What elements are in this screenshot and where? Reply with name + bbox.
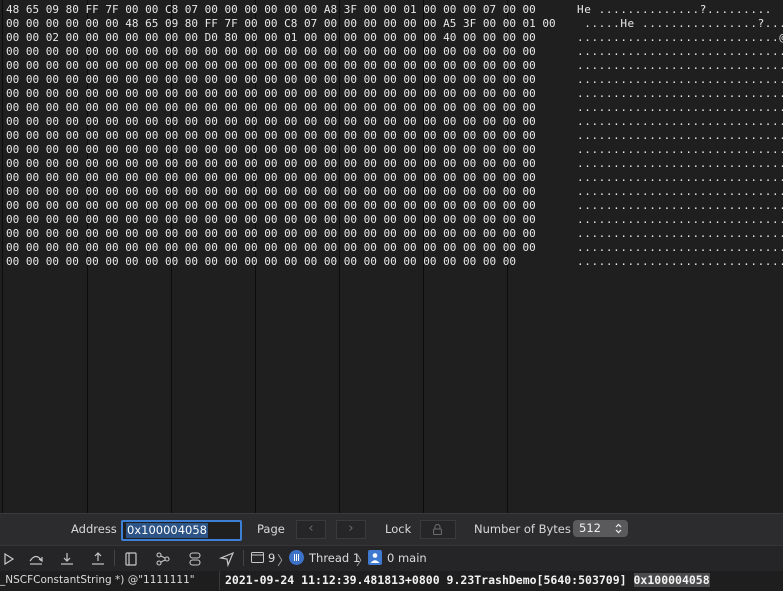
frames-icon[interactable] xyxy=(251,552,264,564)
address-value[interactable]: 0x100004058 xyxy=(126,523,208,538)
hex-row[interactable]: 00 00 00 00 00 00 00 00 00 00 00 00 00 0… xyxy=(6,213,536,227)
step-over-icon[interactable] xyxy=(28,551,44,567)
previous-page-button[interactable]: ‹ xyxy=(296,520,326,539)
ascii-row[interactable]: ................................ xyxy=(577,143,783,157)
hex-row[interactable]: 48 65 09 80 FF 7F 00 00 C8 07 00 00 00 0… xyxy=(6,3,536,17)
ascii-row[interactable]: ................................ xyxy=(577,129,783,143)
ascii-row[interactable]: ................................ xyxy=(577,59,783,73)
address-label: Address xyxy=(71,522,117,536)
chevron-left-icon: ‹ xyxy=(308,521,314,536)
ascii-row[interactable]: He ..............?......... xyxy=(577,3,772,17)
address-input[interactable]: 0x100004058 xyxy=(121,520,242,541)
hex-row[interactable]: 00 00 00 00 00 00 00 00 00 00 00 00 00 0… xyxy=(6,199,536,213)
ascii-row[interactable]: ................................ xyxy=(577,101,783,115)
thread-selector[interactable]: Thread 1 xyxy=(309,551,360,565)
hex-row[interactable]: 00 00 00 00 00 00 00 00 00 00 00 00 00 0… xyxy=(6,157,536,171)
view-hierarchy-icon[interactable] xyxy=(123,551,139,567)
hex-row[interactable]: 00 00 02 00 00 00 00 00 00 00 D0 80 00 0… xyxy=(6,31,536,45)
hex-row[interactable]: 00 00 00 00 00 00 00 00 00 00 00 00 00 0… xyxy=(6,171,536,185)
simulate-location-icon[interactable] xyxy=(219,551,235,567)
pane-divider[interactable] xyxy=(219,571,220,590)
stack-frame-icon xyxy=(368,550,382,565)
updown-chevron-icon xyxy=(615,523,622,534)
hex-row[interactable]: 00 00 00 00 00 00 00 00 00 00 00 00 00 0… xyxy=(6,255,516,269)
ascii-row[interactable]: ................................ xyxy=(577,115,783,129)
variable-value: _NSCFConstantString *) @"1111111" xyxy=(0,574,195,586)
hex-row[interactable]: 00 00 00 00 00 00 00 00 00 00 00 00 00 0… xyxy=(6,115,536,129)
hex-row[interactable]: 00 00 00 00 00 00 48 65 09 80 FF 7F 00 0… xyxy=(6,17,556,31)
hex-row[interactable]: 00 00 00 00 00 00 00 00 00 00 00 00 00 0… xyxy=(6,241,536,255)
chevron-right-icon: › xyxy=(348,521,354,536)
hex-row[interactable]: 00 00 00 00 00 00 00 00 00 00 00 00 00 0… xyxy=(6,185,536,199)
ascii-row[interactable]: ................................ xyxy=(577,73,783,87)
ascii-row[interactable]: ............................@... xyxy=(577,31,783,45)
step-into-icon[interactable] xyxy=(59,551,75,567)
ascii-row[interactable]: ................................ xyxy=(577,213,783,227)
memory-graph-icon[interactable] xyxy=(155,551,171,567)
lock-button[interactable] xyxy=(420,520,456,539)
hex-row[interactable]: 00 00 00 00 00 00 00 00 00 00 00 00 00 0… xyxy=(6,59,536,73)
ascii-row[interactable]: ................................ xyxy=(577,171,783,185)
hex-row[interactable]: 00 00 00 00 00 00 00 00 00 00 00 00 00 0… xyxy=(6,129,536,143)
thread-icon xyxy=(289,550,304,565)
environment-overrides-icon[interactable] xyxy=(187,551,203,567)
hex-row[interactable]: 00 00 00 00 00 00 00 00 00 00 00 00 00 0… xyxy=(6,143,536,157)
column-divider xyxy=(2,0,3,513)
hex-row[interactable]: 00 00 00 00 00 00 00 00 00 00 00 00 00 0… xyxy=(6,101,536,115)
ascii-row[interactable]: ................................ xyxy=(577,157,783,171)
hex-row[interactable]: 00 00 00 00 00 00 00 00 00 00 00 00 00 0… xyxy=(6,87,536,101)
frame-count: 9 xyxy=(268,551,276,565)
console-log-line: 2021-09-24 11:12:39.481813+0800 9.23Tras… xyxy=(225,573,634,587)
ascii-row[interactable]: ................................ xyxy=(577,241,783,255)
frame-selector[interactable]: 0 main xyxy=(387,551,427,565)
hex-row[interactable]: 00 00 00 00 00 00 00 00 00 00 00 00 00 0… xyxy=(6,45,536,59)
console-output[interactable]: 2021-09-24 11:12:39.481813+0800 9.23Tras… xyxy=(225,571,783,591)
bytes-label: Number of Bytes xyxy=(474,522,571,536)
continue-icon[interactable] xyxy=(1,551,17,567)
ascii-row[interactable]: ................................ xyxy=(577,227,783,241)
ascii-row[interactable]: ................................ xyxy=(577,185,783,199)
debug-area: _NSCFConstantString *) @"1111111" 2021-0… xyxy=(0,571,783,590)
ascii-row[interactable]: ............................... xyxy=(577,255,783,269)
toolbar-separator xyxy=(243,550,244,566)
ascii-row[interactable]: ................................ xyxy=(577,87,783,101)
ascii-row[interactable]: .....He ................?... xyxy=(577,17,783,31)
debug-bar: 9 〉 Thread 1 〉 0 main xyxy=(0,545,783,572)
memory-view: 48 65 09 80 FF 7F 00 00 C8 07 00 00 00 0… xyxy=(0,0,783,513)
next-page-button[interactable]: › xyxy=(336,520,366,539)
ascii-row[interactable]: ................................ xyxy=(577,45,783,59)
step-out-icon[interactable] xyxy=(90,551,106,567)
console-highlight[interactable]: 0x100004058 xyxy=(633,573,710,587)
page-label: Page xyxy=(257,522,285,536)
address-bar: Address 0x100004058 Page ‹ › Lock Number… xyxy=(0,513,783,545)
hex-row[interactable]: 00 00 00 00 00 00 00 00 00 00 00 00 00 0… xyxy=(6,227,536,241)
lock-icon xyxy=(433,524,442,535)
bytes-value: 512 xyxy=(579,521,601,535)
bytes-select[interactable]: 512 xyxy=(573,520,628,537)
variables-pane[interactable]: _NSCFConstantString *) @"1111111" xyxy=(0,571,218,591)
toolbar-separator xyxy=(114,550,115,566)
lock-label: Lock xyxy=(385,522,412,536)
hex-row[interactable]: 00 00 00 00 00 00 00 00 00 00 00 00 00 0… xyxy=(6,73,536,87)
ascii-row[interactable]: ................................ xyxy=(577,199,783,213)
